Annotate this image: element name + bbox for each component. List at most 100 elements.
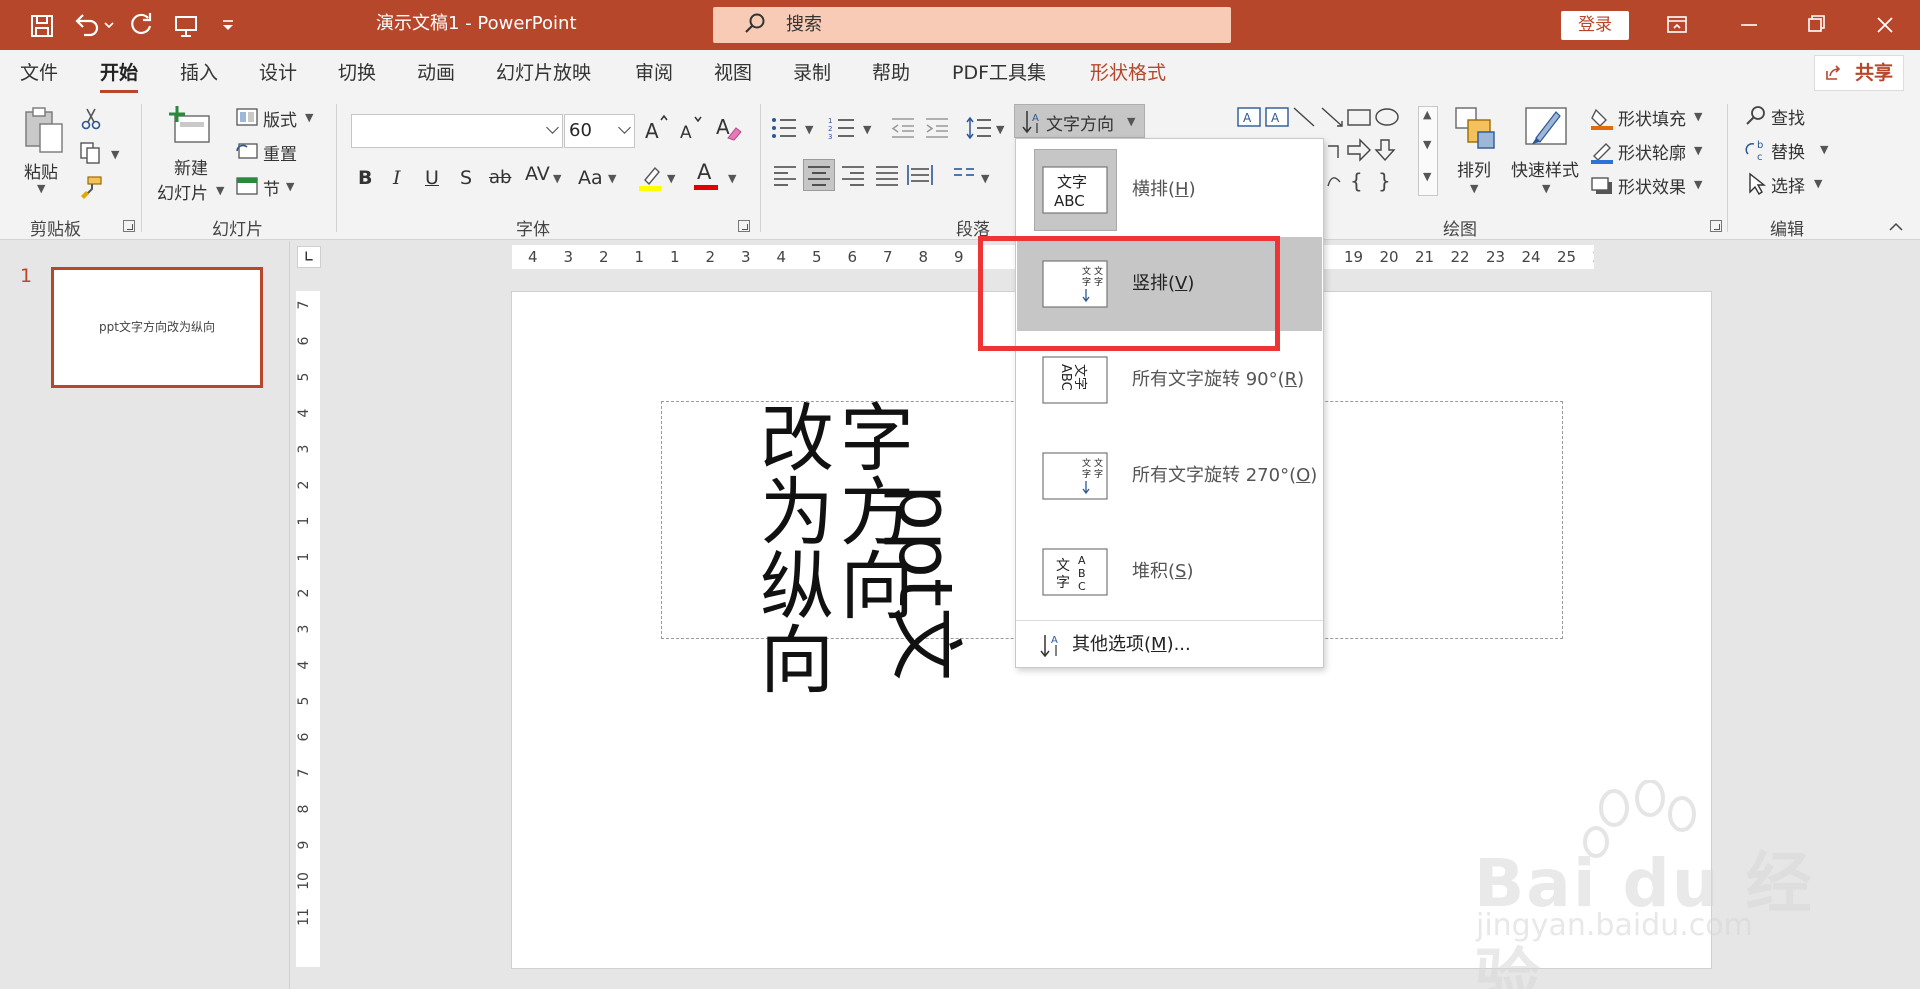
replace-dropdown-icon[interactable]: ▼	[1820, 143, 1828, 156]
shapes-more-icon[interactable]: ▼	[1423, 170, 1431, 183]
slide-thumbnail[interactable]: ppt文字方向改为纵向	[51, 267, 263, 388]
quick-styles-icon[interactable]	[1522, 104, 1570, 152]
new-slide-label-2[interactable]: 幻灯片	[157, 179, 208, 204]
shape-fill-label[interactable]: 形状填充	[1618, 105, 1686, 130]
tab-insert[interactable]: 插入	[180, 58, 218, 88]
menu-item-more-options[interactable]: A 其他选项(M)...	[1017, 622, 1322, 667]
login-button[interactable]: 登录	[1561, 11, 1629, 40]
undo-dropdown-icon[interactable]	[103, 9, 115, 41]
clear-formatting-icon[interactable]: A	[714, 112, 742, 142]
new-slide-label-1[interactable]: 新建	[174, 154, 208, 179]
reset-icon[interactable]	[235, 141, 259, 161]
font-launcher-icon[interactable]	[738, 220, 750, 232]
shapes-scroll-down-icon[interactable]: ▼	[1423, 138, 1431, 151]
ribbon-display-icon[interactable]	[1650, 0, 1704, 50]
font-color-icon[interactable]: A	[693, 160, 719, 192]
tab-slideshow[interactable]: 幻灯片放映	[496, 58, 591, 88]
align-center-icon[interactable]	[806, 164, 832, 186]
tab-review[interactable]: 审阅	[635, 58, 673, 88]
tab-animations[interactable]: 动画	[417, 58, 455, 88]
char-spacing-button[interactable]: AV	[525, 163, 550, 185]
shape-outline-dropdown-icon[interactable]: ▼	[1694, 144, 1702, 157]
new-slide-dropdown-icon[interactable]: ▼	[216, 184, 224, 197]
tab-home[interactable]: 开始	[100, 58, 139, 93]
justify-icon[interactable]	[874, 164, 900, 186]
underline-button[interactable]: U	[425, 167, 439, 189]
paste-label[interactable]: 粘贴	[24, 158, 58, 183]
bullets-dropdown-icon[interactable]: ▼	[805, 123, 813, 136]
highlight-color-icon[interactable]	[637, 162, 663, 192]
undo-icon[interactable]	[70, 9, 102, 41]
tab-help[interactable]: 帮助	[872, 58, 910, 88]
shadow-button[interactable]: S	[460, 167, 472, 189]
layout-label[interactable]: 版式	[263, 106, 297, 131]
paste-icon[interactable]	[20, 104, 68, 156]
char-spacing-dropdown-icon[interactable]: ▼	[553, 172, 561, 185]
select-label[interactable]: 选择	[1771, 172, 1805, 197]
format-painter-icon[interactable]	[78, 174, 104, 200]
arrange-label[interactable]: 排列	[1457, 156, 1491, 181]
tab-selector[interactable]	[297, 246, 321, 268]
tab-transitions[interactable]: 切换	[338, 58, 376, 88]
highlight-dropdown-icon[interactable]: ▼	[667, 172, 675, 185]
tab-design[interactable]: 设计	[259, 58, 297, 88]
columns-icon[interactable]	[953, 166, 975, 184]
text-direction-button[interactable]: A 文字方向 ▼	[1014, 104, 1145, 138]
new-slide-icon[interactable]	[167, 104, 215, 152]
vertical-ruler[interactable]: 76543211234567891011	[296, 291, 320, 967]
copy-dropdown-icon[interactable]: ▼	[111, 148, 119, 161]
search-box[interactable]: 搜索	[713, 7, 1231, 43]
font-size-select[interactable]: 60	[564, 114, 635, 148]
menu-item-stacked[interactable]: 文字ABC 堆积(S)	[1017, 525, 1322, 619]
align-right-icon[interactable]	[840, 164, 866, 186]
decrease-indent-icon[interactable]	[890, 116, 916, 140]
numbering-icon[interactable]: 123	[828, 116, 856, 140]
collapse-ribbon-icon[interactable]	[1888, 220, 1904, 232]
font-name-select[interactable]	[351, 114, 563, 148]
presentation-icon[interactable]	[171, 9, 201, 41]
restore-icon[interactable]	[1789, 0, 1843, 50]
customize-toolbar-icon[interactable]	[218, 9, 238, 41]
align-left-icon[interactable]	[772, 164, 798, 186]
font-color-dropdown-icon[interactable]: ▼	[728, 172, 736, 185]
shapes-scroll-up-icon[interactable]: ▲	[1423, 108, 1431, 121]
columns-dropdown-icon[interactable]: ▼	[981, 172, 989, 185]
tab-shape-format[interactable]: 形状格式	[1090, 58, 1166, 88]
arrange-dropdown-icon[interactable]: ▼	[1470, 182, 1478, 195]
tab-file[interactable]: 文件	[20, 58, 58, 88]
change-case-button[interactable]: Aa	[578, 167, 603, 189]
menu-item-horizontal[interactable]: 文字 ABC 横排(H)	[1017, 143, 1322, 237]
shape-outline-icon[interactable]	[1590, 140, 1614, 164]
replace-label[interactable]: 替换	[1771, 138, 1805, 163]
menu-item-rotate-270[interactable]: 文字文字 所有文字旋转 270°(O)	[1017, 429, 1322, 523]
replace-icon[interactable]: bc	[1744, 138, 1768, 162]
close-icon[interactable]	[1858, 0, 1912, 50]
copy-icon[interactable]	[78, 140, 104, 166]
distributed-icon[interactable]	[906, 164, 934, 186]
numbering-dropdown-icon[interactable]: ▼	[863, 123, 871, 136]
save-icon[interactable]	[27, 9, 57, 41]
find-icon[interactable]	[1744, 104, 1768, 128]
italic-button[interactable]: I	[393, 167, 401, 189]
section-icon[interactable]	[235, 176, 259, 196]
line-spacing-icon[interactable]	[965, 116, 993, 140]
reset-label[interactable]: 重置	[263, 140, 297, 165]
quick-styles-label[interactable]: 快速样式	[1511, 156, 1579, 181]
increase-indent-icon[interactable]	[924, 116, 950, 140]
layout-dropdown-icon[interactable]: ▼	[305, 111, 313, 124]
shape-effects-label[interactable]: 形状效果	[1618, 173, 1686, 198]
shape-effects-icon[interactable]	[1590, 174, 1614, 198]
section-dropdown-icon[interactable]: ▼	[286, 180, 294, 193]
line-spacing-dropdown-icon[interactable]: ▼	[996, 123, 1004, 136]
share-button[interactable]: 共享	[1814, 55, 1904, 91]
change-case-dropdown-icon[interactable]: ▼	[608, 172, 616, 185]
section-label[interactable]: 节	[263, 175, 280, 200]
shape-fill-icon[interactable]	[1590, 106, 1614, 130]
cut-icon[interactable]	[80, 106, 102, 130]
tab-pdf-tools[interactable]: PDF工具集	[952, 58, 1046, 88]
strikethrough-button[interactable]: ab	[489, 167, 511, 188]
select-icon[interactable]	[1746, 172, 1768, 196]
shape-outline-label[interactable]: 形状轮廓	[1618, 139, 1686, 164]
minimize-icon[interactable]	[1722, 0, 1776, 50]
shape-effects-dropdown-icon[interactable]: ▼	[1694, 178, 1702, 191]
